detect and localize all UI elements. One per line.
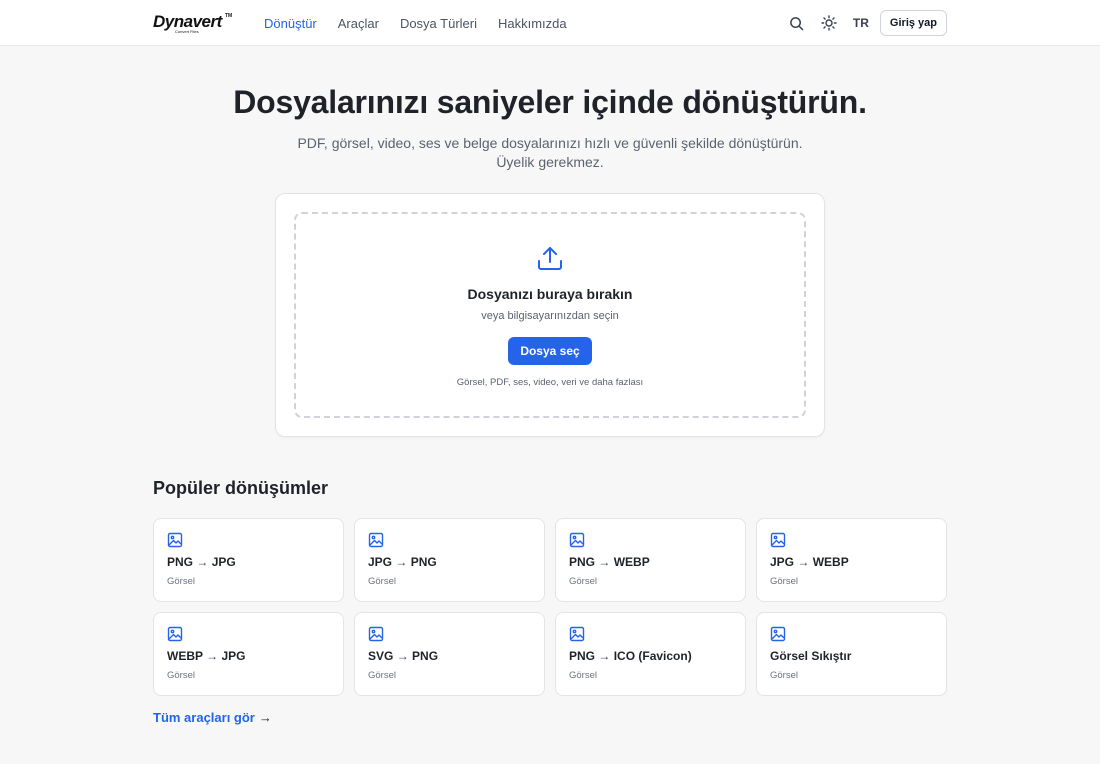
card-to: JPG xyxy=(221,649,246,663)
header-inner: Dynavert Convert Files TM Dönüştür Araçl… xyxy=(153,0,947,46)
card-from: WEBP xyxy=(167,649,203,663)
logo-graphic: Dynavert Convert Files TM xyxy=(153,12,232,34)
main-nav: Dönüştür Araçlar Dosya Türleri Hakkımızd… xyxy=(264,16,588,31)
card-to: JPG xyxy=(211,555,236,569)
conversion-card-jpg-png[interactable]: JPG → PNG Görsel xyxy=(354,518,545,602)
card-category: Görsel xyxy=(770,670,798,681)
card-title: SVG → PNG xyxy=(368,649,531,663)
card-from: JPG xyxy=(770,555,795,569)
arrow-icon: → xyxy=(196,555,209,569)
card-from: JPG xyxy=(368,555,393,569)
image-icon xyxy=(770,626,786,642)
conversion-grid: PNG → JPG Görsel JPG → PNG Görsel PNG → … xyxy=(153,518,947,696)
conversion-card-png-jpg[interactable]: PNG → JPG Görsel xyxy=(153,518,344,602)
dropzone-subtitle: veya bilgisayarınızdan seçin xyxy=(481,310,619,322)
arrow-icon: → xyxy=(797,555,810,569)
svg-text:TM: TM xyxy=(225,13,232,19)
sun-icon[interactable] xyxy=(817,11,841,35)
hero-subtitle-line2: Üyelik gerekmez. xyxy=(496,154,604,170)
dropzone-title: Dosyanızı buraya bırakın xyxy=(467,286,633,302)
login-button[interactable]: Giriş yap xyxy=(879,10,947,36)
card-to: PNG xyxy=(412,649,439,663)
image-icon xyxy=(770,532,786,548)
search-icon[interactable] xyxy=(785,11,809,35)
all-tools-label: Tüm araçları gör xyxy=(153,710,255,725)
card-to: WEBP xyxy=(812,555,849,569)
card-title: JPG → PNG xyxy=(368,555,531,569)
image-icon xyxy=(569,532,585,548)
image-icon xyxy=(368,532,384,548)
image-icon xyxy=(167,626,183,642)
hero-subtitle-line1: PDF, görsel, video, ses ve belge dosyala… xyxy=(297,135,803,151)
conversion-card-jpg-webp[interactable]: JPG → WEBP Görsel xyxy=(756,518,947,602)
image-icon xyxy=(368,626,384,642)
dynavert-logo[interactable]: Dynavert Convert Files TM xyxy=(153,11,234,35)
conversion-card-image-compress[interactable]: Görsel Sıkıştır Görsel xyxy=(756,612,947,696)
hero-title: Dosyalarınızı saniyeler içinde dönüştürü… xyxy=(233,84,867,120)
card-from: Görsel Sıkıştır xyxy=(770,649,852,663)
conversion-card-png-webp[interactable]: PNG → WEBP Görsel xyxy=(555,518,746,602)
card-title: Görsel Sıkıştır xyxy=(770,649,933,663)
conversion-card-svg-png[interactable]: SVG → PNG Görsel xyxy=(354,612,545,696)
card-category: Görsel xyxy=(368,670,396,681)
card-title: PNG → JPG xyxy=(167,555,330,569)
card-category: Görsel xyxy=(167,576,195,587)
hero-section: Dosyalarınızı saniyeler içinde dönüştürü… xyxy=(0,84,1100,172)
card-category: Görsel xyxy=(569,670,597,681)
arrow-icon: → xyxy=(396,649,409,663)
arrow-icon: → xyxy=(395,555,408,569)
nav-file-types[interactable]: Dosya Türleri xyxy=(400,16,477,31)
hero-subtitle: PDF, görsel, video, ses ve belge dosyala… xyxy=(0,134,1100,172)
card-from: PNG xyxy=(167,555,194,569)
card-category: Görsel xyxy=(770,576,798,587)
card-from: PNG xyxy=(569,555,596,569)
image-icon xyxy=(167,532,183,548)
image-icon xyxy=(569,626,585,642)
popular-heading: Popüler dönüşümler xyxy=(153,478,329,498)
card-title: PNG → ICO (Favicon) xyxy=(569,649,732,663)
card-category: Görsel xyxy=(569,576,597,587)
choose-file-button[interactable]: Dosya seç xyxy=(508,337,592,365)
card-title: JPG → WEBP xyxy=(770,555,933,569)
nav-tools[interactable]: Araçlar xyxy=(338,16,379,31)
card-to: PNG xyxy=(410,555,437,569)
all-tools-link[interactable]: Tüm araçları gör → xyxy=(153,710,272,725)
card-to: ICO (Favicon) xyxy=(613,649,692,663)
nav-convert[interactable]: Dönüştür xyxy=(264,16,317,31)
conversion-card-png-ico[interactable]: PNG → ICO (Favicon) Görsel xyxy=(555,612,746,696)
card-from: SVG xyxy=(368,649,394,663)
upload-card: Dosyanızı buraya bırakın veya bilgisayar… xyxy=(275,193,825,437)
conversion-card-webp-jpg[interactable]: WEBP → JPG Görsel xyxy=(153,612,344,696)
upload-icon xyxy=(538,247,562,270)
card-title: PNG → WEBP xyxy=(569,555,732,569)
popular-conversions: Popüler dönüşümler PNG → JPG Görsel JPG … xyxy=(153,478,947,727)
arrow-icon: → xyxy=(598,555,611,569)
supported-formats-hint: Görsel, PDF, ses, video, veri ve daha fa… xyxy=(456,377,644,388)
language-selector[interactable]: TR xyxy=(853,16,869,30)
file-dropzone[interactable]: Dosyanızı buraya bırakın veya bilgisayar… xyxy=(294,212,806,418)
card-title: WEBP → JPG xyxy=(167,649,330,663)
nav-about[interactable]: Hakkımızda xyxy=(498,16,567,31)
header-actions: TR Giriş yap xyxy=(785,10,947,36)
card-category: Görsel xyxy=(167,670,195,681)
top-header: Dynavert Convert Files TM Dönüştür Araçl… xyxy=(0,0,1100,46)
card-from: PNG xyxy=(569,649,596,663)
card-to: WEBP xyxy=(613,555,650,569)
card-category: Görsel xyxy=(368,576,396,587)
arrow-icon: → xyxy=(206,649,219,663)
arrow-right-icon: → xyxy=(258,710,272,725)
arrow-icon: → xyxy=(598,649,611,663)
svg-text:Convert Files: Convert Files xyxy=(175,29,199,34)
